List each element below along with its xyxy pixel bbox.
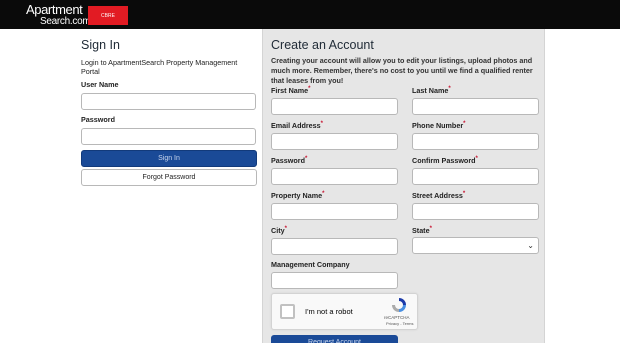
property-name-label: Property Name* (271, 191, 324, 200)
last-name-label: Last Name* (412, 86, 451, 95)
last-name-input[interactable] (412, 98, 539, 115)
required-asterisk: * (304, 156, 308, 162)
city-input[interactable] (271, 238, 398, 255)
required-asterisk: * (448, 86, 451, 92)
recaptcha-widget: I'm not a robot reCAPTCHA Privacy - Term… (271, 293, 418, 330)
confirm-password-input[interactable] (412, 168, 539, 185)
top-navigation-bar: Apartment Search.com CBRE (0, 0, 620, 29)
first-name-label-text: First Name (271, 86, 309, 95)
forgot-password-button[interactable]: Forgot Password (81, 169, 257, 186)
password-label: Password (81, 115, 115, 124)
create-password-input[interactable] (271, 168, 398, 185)
confirm-password-label-text: Confirm Password (412, 156, 476, 165)
sign-in-subtitle: Login to ApartmentSearch Property Manage… (81, 58, 238, 76)
email-label: Email Address* (271, 121, 323, 130)
password-input[interactable] (81, 128, 256, 145)
management-company-input[interactable] (271, 272, 398, 289)
last-name-label-text: Last Name (412, 86, 449, 95)
chevron-down-icon: ⌄ (527, 241, 534, 250)
sign-in-title: Sign In (81, 38, 120, 52)
required-asterisk: * (463, 121, 466, 127)
username-label: User Name (81, 80, 119, 89)
required-asterisk: * (429, 226, 432, 232)
state-label: State* (412, 226, 432, 235)
sign-in-button[interactable]: Sign In (81, 150, 257, 167)
street-address-input[interactable] (412, 203, 539, 220)
logo-line2: Search.com (40, 16, 91, 27)
sign-in-section: Sign In Login to ApartmentSearch Propert… (81, 38, 257, 186)
request-account-button[interactable]: Request Account (271, 335, 398, 343)
management-company-label: Management Company (271, 260, 350, 269)
required-asterisk: * (462, 191, 466, 197)
phone-label-text: Phone Number (412, 121, 464, 130)
recaptcha-brand: reCAPTCHA (384, 315, 410, 320)
first-name-label: First Name* (271, 86, 311, 95)
required-asterisk: * (475, 156, 478, 162)
password-field-label-text: Password (271, 156, 305, 165)
create-account-intro: Creating your account will allow you to … (271, 56, 533, 85)
city-label: City* (271, 226, 287, 235)
recaptcha-privacy-terms[interactable]: Privacy - Terms (386, 321, 413, 326)
property-name-input[interactable] (271, 203, 398, 220)
confirm-password-label: Confirm Password* (412, 156, 478, 165)
username-input[interactable] (81, 93, 256, 110)
state-select[interactable]: ⌄ (412, 237, 539, 254)
cbre-logo-badge: CBRE (88, 6, 128, 25)
street-address-label-text: Street Address (412, 191, 463, 200)
create-account-panel: Create an Account Creating your account … (262, 29, 545, 343)
create-account-title: Create an Account (271, 38, 374, 52)
apartmentsearch-logo[interactable]: Apartment Search.com CBRE (26, 2, 128, 27)
required-asterisk: * (322, 191, 325, 197)
required-asterisk: * (308, 86, 311, 92)
email-label-text: Email Address (271, 121, 321, 130)
phone-label: Phone Number* (412, 121, 465, 130)
required-asterisk: * (284, 226, 287, 232)
logo-line1: Apartment (26, 2, 83, 17)
street-address-label: Street Address* (412, 191, 465, 200)
password-field-label: Password* (271, 156, 307, 165)
recaptcha-logo-icon (392, 298, 406, 312)
property-name-label-text: Property Name (271, 191, 323, 200)
required-asterisk: * (320, 121, 324, 127)
phone-input[interactable] (412, 133, 539, 150)
recaptcha-label: I'm not a robot (305, 307, 353, 316)
city-label-text: City (271, 226, 285, 235)
state-label-text: State (412, 226, 430, 235)
email-input[interactable] (271, 133, 398, 150)
first-name-input[interactable] (271, 98, 398, 115)
recaptcha-checkbox[interactable] (280, 304, 295, 319)
